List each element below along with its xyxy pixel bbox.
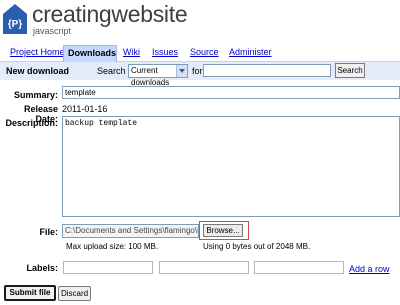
tab-administer[interactable]: Administer (225, 45, 276, 60)
search-scope-value: Current downloads (131, 66, 170, 87)
project-logo-icon: {P} (2, 3, 28, 35)
label-input-3[interactable] (254, 261, 344, 274)
description-label: Description: (5, 118, 58, 128)
label-input-2[interactable] (159, 261, 249, 274)
project-title[interactable]: creatingwebsite (32, 1, 188, 27)
summary-input[interactable]: template (62, 86, 400, 99)
tab-bar: Project Home Downloads Wiki Issues Sourc… (0, 45, 400, 62)
label-input-1[interactable] (63, 261, 153, 274)
file-path-input[interactable]: C:\Documents and Settings\flamingo\M (62, 224, 199, 238)
logo-letter: {P} (8, 19, 23, 30)
max-upload-note: Max upload size: 100 MB. (66, 242, 159, 251)
description-textarea[interactable]: backup template (62, 116, 400, 217)
search-button[interactable]: Search (335, 63, 365, 78)
storage-usage-note: Using 0 bytes out of 2048 MB. (203, 242, 311, 251)
tab-issues[interactable]: Issues (148, 45, 182, 60)
for-label: for (192, 66, 203, 76)
project-subtitle: javascript (33, 26, 72, 36)
search-label: Search (97, 66, 126, 76)
new-download-heading: New download (6, 66, 69, 76)
chevron-down-icon[interactable] (176, 65, 187, 77)
add-row-link[interactable]: Add a row (349, 264, 390, 274)
tab-wiki[interactable]: Wiki (119, 45, 144, 60)
tab-source[interactable]: Source (186, 45, 223, 60)
search-bar: New download Search Current downloads fo… (0, 62, 400, 87)
tab-project-home[interactable]: Project Home (6, 45, 69, 60)
summary-label: Summary: (13, 90, 58, 100)
release-date-value: 2011-01-16 (62, 104, 108, 114)
file-label: File: (39, 227, 58, 237)
browse-button[interactable]: Browse... (203, 224, 243, 237)
search-input[interactable] (203, 64, 331, 77)
tab-downloads[interactable]: Downloads (63, 45, 117, 62)
discard-button[interactable]: Discard (58, 286, 91, 301)
labels-label: Labels: (26, 263, 58, 273)
search-scope-select[interactable]: Current downloads (128, 64, 188, 87)
submit-file-button[interactable]: Submit file (4, 285, 56, 301)
